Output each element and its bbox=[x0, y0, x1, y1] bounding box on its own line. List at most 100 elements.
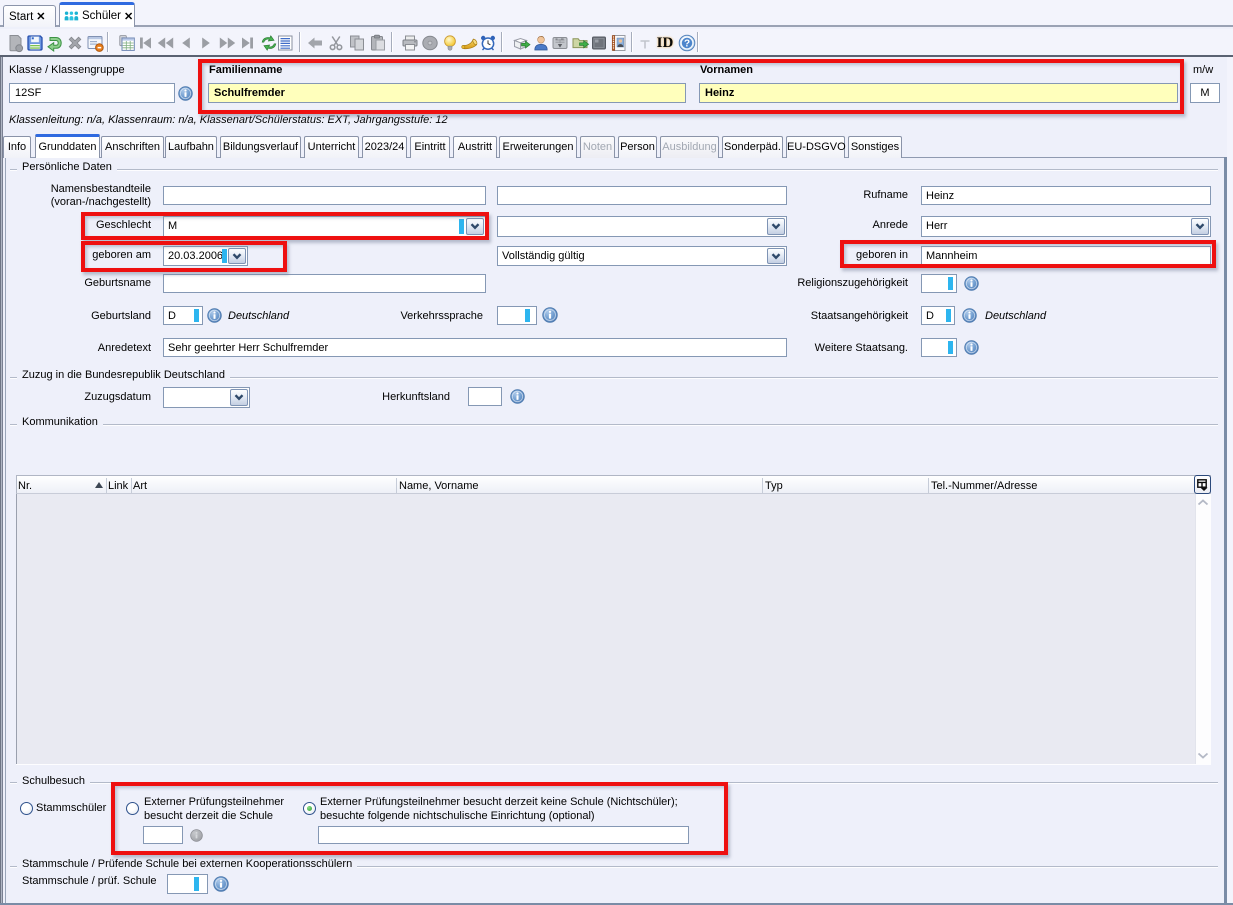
staatsangehoerigkeit-input[interactable]: D bbox=[921, 306, 955, 325]
export-box-button[interactable] bbox=[510, 32, 532, 54]
anrede-dropdown-button[interactable] bbox=[1191, 218, 1209, 235]
disc-button[interactable] bbox=[419, 32, 441, 54]
extern-besucht-radio[interactable] bbox=[126, 802, 139, 815]
scroll-up-icon[interactable] bbox=[1196, 498, 1210, 507]
nav-forward-button[interactable] bbox=[195, 32, 217, 54]
tab-info[interactable]: Info bbox=[3, 136, 31, 158]
paste-button[interactable] bbox=[367, 32, 389, 54]
extern-keine-schule-radio[interactable] bbox=[303, 802, 316, 815]
nav-back-button[interactable] bbox=[175, 32, 197, 54]
nav-fast-forward-button[interactable] bbox=[217, 32, 239, 54]
form-remove-button[interactable] bbox=[84, 32, 106, 54]
col-header-name[interactable]: Name, Vorname bbox=[399, 480, 478, 493]
klasse-info-icon[interactable] bbox=[178, 86, 193, 101]
anredetext-input[interactable]: Sehr geehrter Herr Schulfremder bbox=[163, 338, 787, 357]
verkehrssprache-info-icon[interactable] bbox=[542, 307, 558, 323]
extern-besucht-schule-input[interactable] bbox=[143, 826, 183, 844]
close-tab-icon[interactable]: ✕ bbox=[36, 10, 45, 23]
photo-button[interactable] bbox=[588, 32, 610, 54]
nichtschulische-einrichtung-input[interactable] bbox=[318, 826, 689, 844]
tab-erweiterungen[interactable]: Erweiterungen bbox=[499, 136, 577, 158]
geburtsland-info-icon[interactable] bbox=[207, 308, 222, 323]
undo-button[interactable] bbox=[44, 32, 66, 54]
kommunikation-table-body[interactable] bbox=[16, 494, 1211, 764]
nav-first-button[interactable] bbox=[134, 32, 156, 54]
religion-input[interactable] bbox=[921, 274, 957, 293]
column-separator[interactable] bbox=[762, 478, 763, 493]
stammschueler-label[interactable]: Stammschüler bbox=[36, 802, 106, 815]
save-button[interactable] bbox=[24, 32, 46, 54]
geboren-am-combo[interactable]: 20.03.2006 bbox=[163, 246, 248, 266]
column-chooser-button[interactable] bbox=[1194, 475, 1211, 494]
tab-2023-24[interactable]: 2023/24 bbox=[362, 136, 407, 158]
tab-grunddaten[interactable]: Grunddaten bbox=[35, 134, 100, 158]
cut-button[interactable] bbox=[325, 32, 347, 54]
tab-anschriften[interactable]: Anschriften bbox=[101, 136, 164, 158]
anrede-combo[interactable]: Herr bbox=[921, 216, 1211, 237]
tab-eintritt[interactable]: Eintritt bbox=[410, 136, 450, 158]
back-arrow-button[interactable] bbox=[304, 32, 326, 54]
column-separator[interactable] bbox=[131, 478, 132, 493]
nav-fast-back-button[interactable] bbox=[154, 32, 176, 54]
weitere-staatsang-input[interactable] bbox=[921, 338, 957, 357]
tab-austritt[interactable]: Austritt bbox=[453, 136, 497, 158]
namensbestandteile-nach-input[interactable] bbox=[497, 186, 787, 205]
tab-bildungsverlauf[interactable]: Bildungsverlauf bbox=[220, 136, 301, 158]
address-book-button[interactable] bbox=[608, 32, 630, 54]
column-separator[interactable] bbox=[106, 478, 107, 493]
tab-sonderpaed[interactable]: Sonderpäd. bbox=[722, 136, 783, 158]
tab-eu-dsgvo[interactable]: EU-DSGVO bbox=[786, 136, 845, 158]
copy-button[interactable] bbox=[346, 32, 368, 54]
familienname-input[interactable]: Schulfremder bbox=[208, 83, 686, 103]
col-header-nr[interactable]: Nr. bbox=[18, 480, 32, 493]
rufname-input[interactable]: Heinz bbox=[921, 186, 1211, 205]
tab-sonstiges[interactable]: Sonstiges bbox=[848, 136, 902, 158]
tab-person[interactable]: Person bbox=[618, 136, 657, 158]
verkehrssprache-input[interactable] bbox=[497, 306, 537, 325]
geburtsland-input[interactable]: D bbox=[163, 306, 203, 325]
reminder-button[interactable] bbox=[477, 32, 499, 54]
list-button[interactable] bbox=[274, 32, 296, 54]
extern-keine-schule-label-1[interactable]: Externer Prüfungsteilnehmer besucht derz… bbox=[320, 796, 678, 809]
col-header-link[interactable]: Link bbox=[108, 480, 128, 493]
weitere-staatsang-info-icon[interactable] bbox=[964, 340, 979, 355]
table-export-button[interactable] bbox=[549, 32, 571, 54]
klasse-input[interactable]: 12SF bbox=[9, 83, 175, 103]
column-separator[interactable] bbox=[396, 478, 397, 493]
col-header-tel[interactable]: Tel.-Nummer/Adresse bbox=[931, 480, 1037, 493]
gueltigkeit-combo[interactable]: Vollständig gültig bbox=[497, 246, 787, 266]
geschlecht-dropdown-button[interactable] bbox=[466, 218, 484, 235]
nav-last-button[interactable] bbox=[237, 32, 259, 54]
id-button[interactable]: ID bbox=[652, 32, 678, 54]
tab-laufbahn[interactable]: Laufbahn bbox=[165, 136, 217, 158]
extern-besucht-label-2[interactable]: besucht derzeit die Schule bbox=[144, 810, 273, 823]
scroll-down-icon[interactable] bbox=[1196, 751, 1210, 760]
herkunftsland-info-icon[interactable] bbox=[510, 389, 525, 404]
delete-button[interactable] bbox=[64, 32, 86, 54]
religion-info-icon[interactable] bbox=[964, 276, 979, 291]
col-header-typ[interactable]: Typ bbox=[765, 480, 783, 493]
col-header-art[interactable]: Art bbox=[133, 480, 147, 493]
stammschule-input[interactable] bbox=[167, 874, 208, 894]
doc-tab-schueler[interactable]: Schüler ✕ bbox=[59, 2, 135, 27]
staatsangehoerigkeit-info-icon[interactable] bbox=[962, 308, 977, 323]
stammschule-info-icon[interactable] bbox=[213, 876, 229, 892]
zuzugsdatum-combo[interactable] bbox=[163, 387, 250, 408]
geboren-am-dropdown-button[interactable] bbox=[228, 248, 246, 264]
zuzugsdatum-dropdown-button[interactable] bbox=[230, 389, 248, 406]
geschlecht-zusatz-combo[interactable] bbox=[497, 216, 787, 237]
close-tab-icon[interactable]: ✕ bbox=[124, 10, 133, 23]
herkunftsland-input[interactable] bbox=[468, 387, 502, 406]
geburtsname-input[interactable] bbox=[163, 274, 486, 293]
new-document-button[interactable] bbox=[4, 32, 26, 54]
extern-keine-schule-label-2[interactable]: besuchte folgende nichtschulische Einric… bbox=[320, 810, 595, 823]
stammschueler-radio[interactable] bbox=[20, 802, 33, 815]
extern-besucht-label-1[interactable]: Externer Prüfungsteilnehmer bbox=[144, 796, 284, 809]
namensbestandteile-voran-input[interactable] bbox=[163, 186, 486, 205]
column-separator[interactable] bbox=[928, 478, 929, 493]
mw-input[interactable]: M bbox=[1190, 83, 1220, 103]
vertical-scrollbar[interactable] bbox=[1195, 494, 1211, 764]
vornamen-input[interactable]: Heinz bbox=[699, 83, 1178, 103]
tab-unterricht[interactable]: Unterricht bbox=[304, 136, 359, 158]
doc-tab-start[interactable]: Start ✕ bbox=[3, 5, 56, 27]
